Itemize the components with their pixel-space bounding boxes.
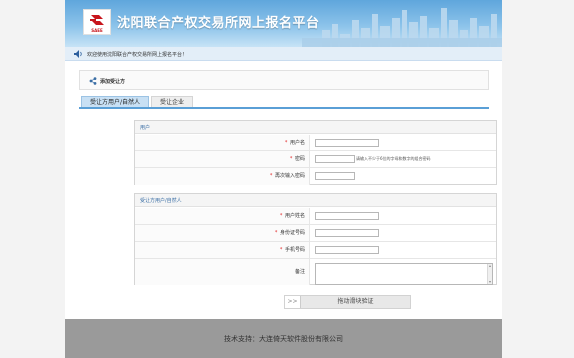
footer: 技术支持：大连倚天软件股份有限公司: [65, 319, 502, 358]
tab-bar: 受让方用户/自然人 受让企业: [79, 96, 489, 109]
header-banner: SAEE 沈阳联合产权交易所网上报名平台: [65, 0, 502, 47]
city-skyline-graphic: [302, 8, 502, 47]
password-label: * 密码: [135, 151, 310, 167]
required-star: *: [289, 156, 293, 162]
person-section: 受让方用户/自然人 * 用户姓名 * 身份证号码 * 手机号码 备注: [134, 193, 497, 285]
welcome-bar: 欢迎使用沈阳联合产权交易所网上报名平台！: [65, 47, 502, 61]
password-input[interactable]: [315, 155, 355, 163]
site-title: 沈阳联合产权交易所网上报名平台: [117, 16, 320, 31]
panel-title: 添加受让方: [100, 79, 126, 85]
remarks-label: 备注: [135, 259, 310, 285]
scroll-down-icon: [489, 281, 491, 283]
form-row-phone: * 手机号码: [135, 242, 496, 259]
slider-label: 拖动滑块验证: [337, 298, 374, 305]
required-star: *: [279, 213, 283, 219]
phone-label: * 手机号码: [135, 242, 310, 258]
speaker-icon: [74, 50, 82, 58]
logo-text: SAEE: [91, 28, 103, 33]
slider-handle[interactable]: >>: [285, 296, 301, 308]
saee-logo: SAEE: [83, 9, 111, 35]
footer-text: 技术支持：大连倚天软件股份有限公司: [224, 335, 343, 343]
form-row-username: * 用户名: [135, 135, 496, 151]
page: SAEE 沈阳联合产权交易所网上报名平台 欢迎使用沈阳联合产权交易所网上报名平台…: [65, 0, 502, 358]
section-title: 受让方用户/自然人: [135, 194, 496, 207]
form-row-password: * 密码 请输入不少于6位的字母和数字的组合密码: [135, 151, 496, 168]
form-row-remarks: 备注: [135, 259, 496, 285]
required-star: *: [274, 230, 278, 236]
form-row-id-number: * 身份证号码: [135, 225, 496, 242]
phone-input[interactable]: [315, 246, 379, 254]
person-section-title: 受让方用户/自然人: [140, 198, 182, 204]
welcome-message: 欢迎使用沈阳联合产权交易所网上报名平台！: [87, 52, 188, 58]
form-row-password-confirm: * 再次输入密码: [135, 168, 496, 185]
username-label: * 用户名: [135, 135, 310, 150]
id-number-label: * 身份证号码: [135, 225, 310, 241]
required-star: *: [284, 140, 288, 146]
required-star: *: [279, 247, 283, 253]
user-section-title: 用户: [140, 125, 151, 131]
required-star: *: [269, 173, 273, 179]
textarea-scrollbar[interactable]: [487, 264, 492, 284]
password-hint: 请输入不少于6位的字母和数字的组合密码: [356, 156, 431, 161]
username-input[interactable]: [315, 139, 379, 147]
tab-enterprise[interactable]: 受让企业: [151, 96, 193, 107]
scroll-up-icon: [489, 265, 491, 267]
user-section: 用户 * 用户名 * 密码 请输入不少于6位的字母和数字的组合密码 * 再次输入…: [134, 120, 497, 185]
section-title: 用户: [135, 121, 496, 134]
id-number-input[interactable]: [315, 229, 379, 237]
share-icon: [89, 77, 97, 85]
name-input[interactable]: [315, 212, 379, 220]
remarks-textarea[interactable]: [315, 263, 493, 285]
panel-header: 添加受让方: [79, 70, 489, 90]
slider-verify: >> 拖动滑块验证: [284, 295, 411, 309]
tab-individual[interactable]: 受让方用户/自然人: [81, 96, 149, 107]
form-row-name: * 用户姓名: [135, 208, 496, 225]
password-confirm-input[interactable]: [315, 172, 355, 180]
name-label: * 用户姓名: [135, 208, 310, 224]
logo-mark-icon: [90, 15, 104, 25]
password-confirm-label: * 再次输入密码: [135, 168, 310, 185]
